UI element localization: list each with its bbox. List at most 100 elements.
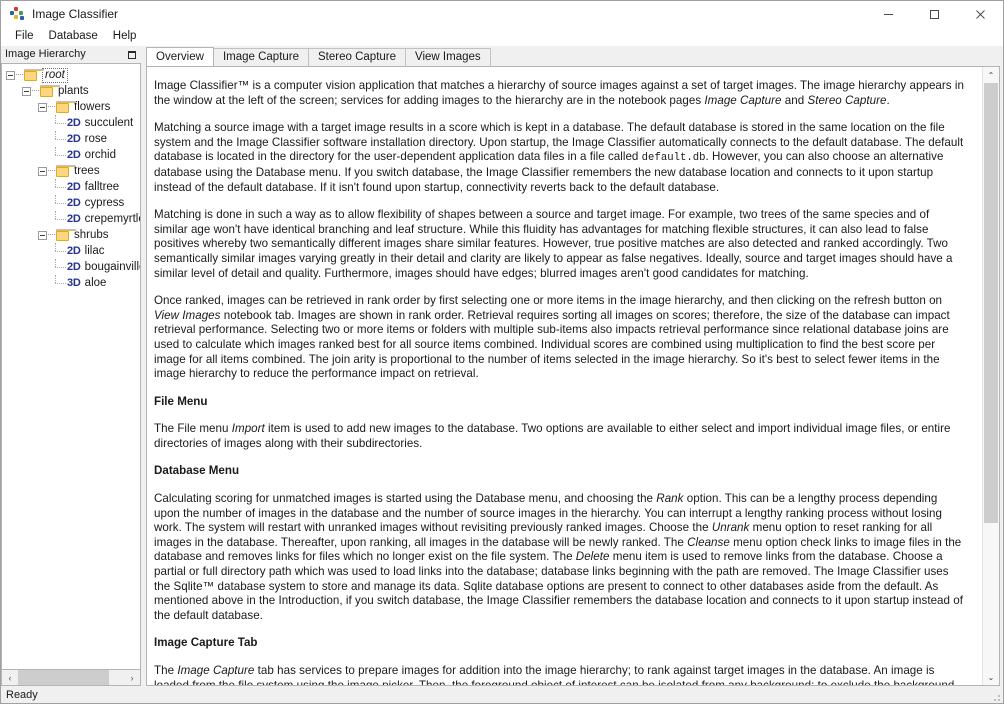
image-hierarchy-dock: Image Hierarchy root plants flowers 2D succu… (1, 46, 141, 686)
dimension-badge: 2D (67, 180, 81, 193)
tab-stereo-capture[interactable]: Stereo Capture (308, 48, 407, 66)
tree-expander-icon[interactable] (38, 102, 47, 112)
title-bar: Image Classifier (1, 1, 1003, 27)
menu-item-database[interactable]: Database (42, 28, 106, 45)
tree-expander-icon[interactable] (38, 230, 47, 240)
tree-node-aloe[interactable]: 3D aloe (2, 275, 140, 291)
body-text: notebook tab. Images are shown in rank o… (154, 308, 950, 381)
body-text: Matching is done in such a way as to all… (154, 208, 953, 280)
intro-2: Matching a source image with a target im… (154, 121, 966, 195)
notebook-page-overview: Image Classifier™ is a computer vision a… (146, 66, 1000, 686)
menu-item-file[interactable]: File (8, 28, 42, 45)
tree-node-label: shrubs (74, 228, 109, 241)
tree-node-root[interactable]: root (2, 67, 140, 83)
tree-node-succulent[interactable]: 2D succulent (2, 115, 140, 131)
database-menu-heading: Database Menu (154, 464, 966, 479)
status-bar: Ready (1, 686, 1003, 703)
tab-image-capture[interactable]: Image Capture (212, 48, 310, 66)
tree-node-trees[interactable]: trees (2, 163, 140, 179)
dock-header: Image Hierarchy (1, 46, 141, 63)
tree-connector (54, 147, 66, 163)
tree-node-plants[interactable]: plants (2, 83, 140, 99)
tree-node-crepemyrtle[interactable]: 2D crepemyrtle (2, 211, 140, 227)
tree-connector (48, 234, 55, 236)
tree-node-rose[interactable]: 2D rose (2, 131, 140, 147)
body-text: . (886, 93, 890, 107)
tree-connector (54, 243, 66, 259)
tab-overview[interactable]: Overview (146, 47, 214, 66)
body-text: Calculating scoring for unmatched images… (154, 492, 657, 506)
status-text: Ready (6, 688, 38, 701)
float-window-icon[interactable] (125, 48, 138, 61)
tab-view-images[interactable]: View Images (405, 48, 491, 66)
tree-node-cypress[interactable]: 2D cypress (2, 195, 140, 211)
folder-icon (56, 229, 76, 241)
dimension-badge: 2D (67, 148, 81, 161)
tree-expander-icon[interactable] (38, 166, 47, 176)
tree-node-flowers[interactable]: flowers (2, 99, 140, 115)
emphasis-text: Import (231, 422, 265, 436)
scroll-up-icon[interactable]: ⌃ (983, 67, 999, 83)
tree-connector (16, 74, 23, 76)
dimension-badge: 2D (67, 132, 81, 145)
tree-node-label: aloe (84, 276, 107, 289)
image-hierarchy-tree-panel[interactable]: root plants flowers 2D succulent 2D rose 2D orch… (1, 63, 141, 670)
body-text: item is used to add new images to the da… (154, 422, 951, 450)
menu-bar: File Database Help (1, 27, 1003, 46)
tree-horizontal-scrollbar[interactable]: ‹ › (1, 670, 141, 686)
tree-node-bougainvillea[interactable]: 2Dbougainvillea (2, 259, 140, 275)
tree-connector (54, 115, 66, 131)
intro-4: Once ranked, images can be retrieved in … (154, 294, 966, 382)
file-menu-heading: File Menu (154, 395, 966, 410)
tree-hscroll-track[interactable] (18, 670, 124, 685)
resize-grip-icon[interactable] (989, 690, 1001, 702)
tree-expander-icon[interactable] (6, 70, 15, 80)
tree-node-lilac[interactable]: 2D lilac (2, 243, 140, 259)
tree-node-shrubs[interactable]: shrubs (2, 227, 140, 243)
tree-node-label: trees (74, 164, 100, 177)
intro-1: Image Classifier™ is a computer vision a… (154, 79, 966, 108)
minimize-button[interactable] (865, 1, 911, 27)
tree-node-label: lilac (84, 244, 105, 257)
dimension-badge: 2D (67, 116, 81, 129)
body-text: The File menu (154, 422, 232, 436)
dimension-badge: 2D (67, 260, 81, 273)
scroll-left-icon[interactable]: ‹ (2, 670, 18, 685)
body-text: The (154, 664, 178, 677)
tree-node-label: bougainvillea (84, 260, 140, 273)
window-controls (865, 1, 1003, 27)
overview-vertical-scrollbar[interactable]: ⌃ ⌄ (982, 67, 999, 685)
scroll-down-icon[interactable]: ⌄ (983, 669, 999, 685)
tree-view[interactable]: root plants flowers 2D succulent 2D rose 2D orch… (2, 64, 140, 669)
tree-expander-icon[interactable] (22, 86, 31, 96)
file-menu-body: The File menu Import item is used to add… (154, 422, 966, 451)
body-text: tab has services to prepare images for a… (154, 664, 954, 685)
database-menu-body: Calculating scoring for unmatched images… (154, 492, 966, 623)
scroll-right-icon[interactable]: › (124, 670, 140, 685)
tree-node-falltree[interactable]: 2D falltree (2, 179, 140, 195)
notebook-tabstrip: Overview Image Capture Stereo Capture View … (146, 46, 1000, 66)
emphasis-text: Image Capture (177, 664, 255, 677)
overview-vscroll-thumb[interactable] (984, 83, 998, 523)
close-button[interactable] (957, 1, 1003, 27)
emphasis-text: Rank (656, 492, 684, 506)
tree-node-orchid[interactable]: 2D orchid (2, 147, 140, 163)
tree-connector (54, 179, 66, 195)
maximize-button[interactable] (911, 1, 957, 27)
emphasis-text: Image Capture (704, 93, 782, 107)
app-blocks-icon (9, 6, 25, 22)
main-body: Image Hierarchy root plants flowers 2D succu… (1, 46, 1003, 686)
tree-node-label: orchid (84, 148, 116, 161)
menu-item-help[interactable]: Help (106, 28, 145, 45)
tree-hscroll-thumb[interactable] (18, 670, 110, 685)
tree-node-label: root (42, 67, 68, 83)
overview-vscroll-track[interactable] (983, 83, 999, 669)
body-text: Once ranked, images can be retrieved in … (154, 294, 943, 308)
tree-connector (54, 131, 66, 147)
